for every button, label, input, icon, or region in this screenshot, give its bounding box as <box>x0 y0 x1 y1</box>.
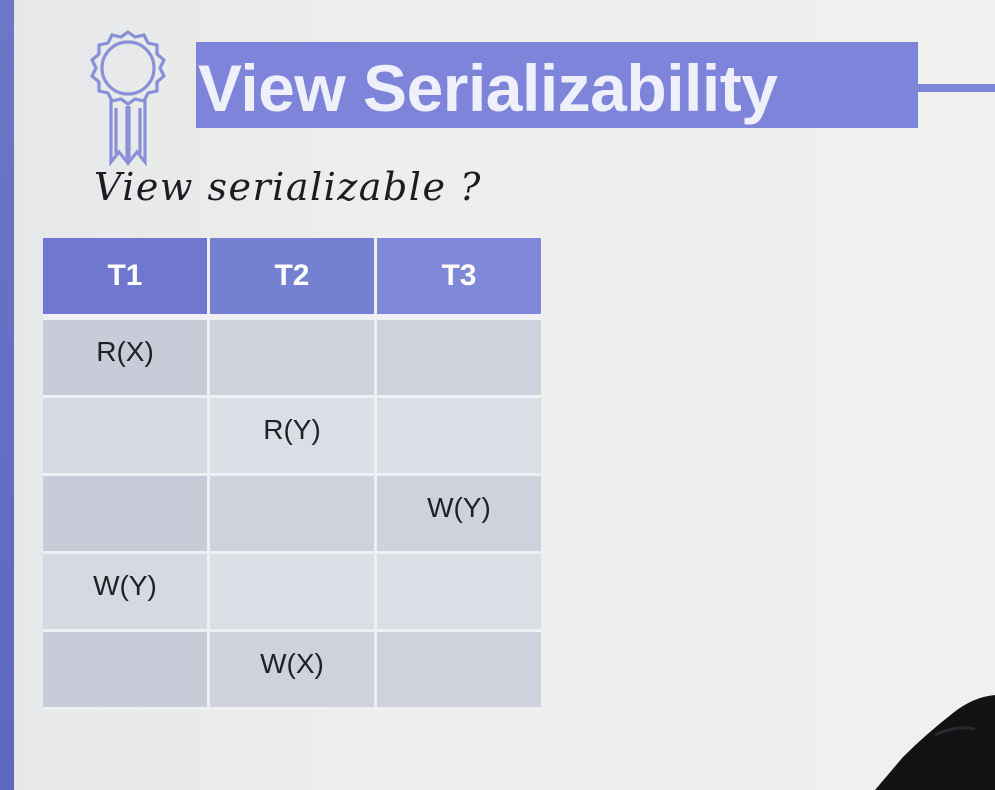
table-cell <box>210 320 377 398</box>
table-cell <box>377 554 541 632</box>
table-cell: W(Y) <box>377 476 541 554</box>
table-cell <box>377 398 541 476</box>
table-row: W(Y) <box>43 476 541 554</box>
table-cell: R(Y) <box>210 398 377 476</box>
table-row: W(X) <box>43 632 541 710</box>
table-cell <box>43 632 210 710</box>
handwritten-note: View serializable ? <box>94 165 482 209</box>
table-row: R(Y) <box>43 398 541 476</box>
table-cell <box>377 320 541 398</box>
table-cell: W(Y) <box>43 554 210 632</box>
table-cell <box>377 632 541 710</box>
schedule-table: T1 T2 T3 R(X) R(Y) W(Y) W(Y) W(X) <box>43 238 541 710</box>
column-header-t2: T2 <box>210 238 377 320</box>
table-cell <box>43 398 210 476</box>
table-cell <box>43 476 210 554</box>
title-rule <box>918 84 995 92</box>
table-row: R(X) <box>43 320 541 398</box>
table-cell <box>210 476 377 554</box>
table-row: W(Y) <box>43 554 541 632</box>
award-ribbon-icon <box>90 30 166 166</box>
table-cell <box>210 554 377 632</box>
column-header-t1: T1 <box>43 238 210 320</box>
slide-title: View Serializability <box>198 51 778 125</box>
left-accent-stripe <box>0 0 14 790</box>
presenter-silhouette <box>875 695 995 790</box>
handwritten-note-text: View serializable ? <box>94 165 482 209</box>
table-header-row: T1 T2 T3 <box>43 238 541 320</box>
table-cell: W(X) <box>210 632 377 710</box>
table-cell: R(X) <box>43 320 210 398</box>
column-header-t3: T3 <box>377 238 541 320</box>
